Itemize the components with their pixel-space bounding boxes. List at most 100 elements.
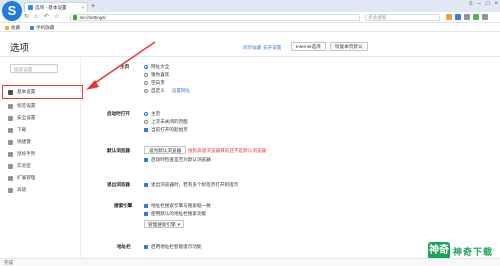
restore-defaults-button[interactable]: 恢复本页默认: [330, 42, 368, 51]
phone-icon: [30, 25, 34, 30]
sidebar-item-label: 鼠标手势: [17, 151, 36, 156]
sidebar-search-input[interactable]: 搜索设置: [10, 64, 58, 73]
option-label: 启动时检查是否为默认浏览器: [151, 157, 211, 162]
sidebar-item-security[interactable]: 安全设置: [8, 113, 68, 123]
radio-icon[interactable]: [144, 81, 148, 85]
homepage-label: 主页: [120, 64, 130, 69]
download-toolbar-icon[interactable]: [464, 14, 470, 20]
multi-open-link[interactable]: 多开设置: [263, 45, 281, 51]
option-label: 猜你喜欢: [151, 72, 170, 77]
address-text[interactable]: se://settings/: [80, 15, 106, 20]
radio-icon[interactable]: [144, 120, 148, 124]
annotation-arrow-icon: [86, 41, 156, 90]
radio-icon[interactable]: [144, 73, 148, 77]
checkbox-icon[interactable]: [144, 212, 148, 216]
keyboard-icon: [8, 139, 13, 145]
user-icon[interactable]: [455, 14, 461, 20]
tab-icon: [8, 103, 13, 109]
download-icon: [8, 127, 13, 133]
more-icon[interactable]: [482, 14, 488, 20]
option-label: 自定义: [151, 88, 165, 93]
startup-option-last[interactable]: 上次未关闭的页面: [144, 119, 188, 125]
option-label: 主页: [151, 111, 161, 116]
option-label: 地址栏搜索引擎与搜索框一致: [151, 203, 211, 208]
set-url-link[interactable]: 设置网址: [172, 88, 190, 94]
minimize-icon[interactable]: –: [478, 1, 481, 7]
settings-tab-icon: [28, 5, 33, 10]
bookmark-label: 收藏: [11, 24, 21, 30]
sidebar-item-label: 标签设置: [17, 103, 36, 108]
radio-icon[interactable]: [144, 112, 148, 116]
option-label: 启用地址栏智能提示功能: [151, 244, 202, 249]
startup-label: 启动时打开: [107, 111, 130, 116]
shield-icon: [8, 115, 13, 121]
homepage-option-recommend[interactable]: 猜你喜欢: [144, 72, 169, 78]
address-bar-label: 地址栏: [117, 244, 131, 249]
bookmarks-bar: [0, 23, 500, 32]
close-browser-check[interactable]: 退出浏览器时，若有多个标签页打开则提示: [144, 182, 238, 188]
close-browser-label: 退出浏览器: [107, 182, 130, 187]
sidebar-item-label: 高级: [17, 187, 27, 192]
sidebar-item-label: 实验室: [17, 163, 31, 168]
checkbox-icon[interactable]: [144, 158, 148, 162]
mouse-icon: [8, 151, 13, 157]
checkbox-icon[interactable]: [144, 204, 148, 208]
bookmark-mobile[interactable]: 手机收藏: [30, 25, 54, 31]
option-label: 当前打开的起始页: [151, 127, 188, 132]
bookmark-favorites[interactable]: 收藏: [5, 25, 20, 31]
status-bar: [0, 258, 500, 266]
gear-icon: [8, 187, 13, 193]
homepage-option-nav[interactable]: 网址大全: [144, 64, 169, 70]
sidebar-item-shortcuts[interactable]: 快捷键: [8, 137, 68, 147]
startup-check[interactable]: 当前打开的起始页: [144, 127, 188, 133]
address-input[interactable]: [70, 14, 360, 21]
close-icon[interactable]: ×: [81, 5, 84, 10]
header-divider: [0, 56, 500, 57]
radio-icon[interactable]: [144, 65, 148, 69]
option-label: 退出浏览器时，若有多个标签页打开则提示: [151, 182, 239, 187]
search-engine-select[interactable]: 管理搜索引擎 ▾: [144, 220, 184, 228]
default-browser-label: 默认浏览器: [107, 148, 130, 153]
app-icon[interactable]: [473, 14, 479, 20]
option-label: 上次未关闭的页面: [151, 119, 188, 124]
extension-icon[interactable]: [446, 14, 452, 20]
browser-logo-icon[interactable]: S: [2, 1, 22, 21]
checkbox-icon[interactable]: [144, 245, 148, 249]
tab-settings[interactable]: 选项 - 基本设置 ×: [24, 2, 88, 12]
star-icon[interactable]: ☆: [54, 14, 59, 21]
address-bar-check[interactable]: 启用地址栏智能提示功能: [144, 244, 202, 250]
radio-icon[interactable]: [144, 89, 148, 93]
maximize-icon[interactable]: □: [486, 1, 490, 7]
search-placeholder: 点此搜索: [368, 14, 387, 20]
close-window-icon[interactable]: ×: [494, 1, 498, 7]
puzzle-icon: [8, 175, 13, 181]
sidebar-item-lab[interactable]: 实验室: [8, 161, 68, 171]
window-controls: ≡ – □ ×: [469, 1, 498, 7]
refresh-icon[interactable]: ↻: [24, 14, 29, 21]
search-engine-check-1[interactable]: 地址栏搜索引擎与搜索框一致: [144, 203, 211, 209]
search-engine-label: 搜索引擎: [114, 203, 133, 208]
sync-link[interactable]: 同步收藏: [243, 45, 261, 51]
new-tab-icon[interactable]: +: [91, 3, 95, 10]
search-engine-check-2[interactable]: 使用默认的地址栏搜索功能: [144, 211, 206, 217]
sidebar-item-label: 快捷键: [17, 139, 31, 144]
sidebar-item-download[interactable]: 下载: [8, 125, 68, 135]
browser-window: S 选项 - 基本设置 × + ≡ – □ × ‹ › ↻ ⌂ ↶ ☆ se:/…: [0, 0, 500, 266]
home-nav-icon[interactable]: ⌂: [34, 14, 38, 21]
chevron-down-icon: ▾: [177, 222, 180, 227]
startup-option-home[interactable]: 主页: [144, 111, 160, 117]
sidebar-item-extensions[interactable]: 扩展管理: [8, 173, 68, 183]
internet-options-button[interactable]: Internet选项: [291, 42, 326, 51]
homepage-option-blank[interactable]: 空白页: [144, 80, 165, 86]
checkbox-icon[interactable]: [144, 128, 148, 132]
undo-icon[interactable]: ↶: [44, 14, 49, 21]
set-default-button[interactable]: 设为默认浏览器: [144, 146, 187, 154]
sidebar-item-advanced[interactable]: 高级: [8, 185, 68, 195]
sidebar-item-tabs[interactable]: 标签设置: [8, 101, 68, 111]
checkbox-icon[interactable]: [144, 183, 148, 187]
homepage-option-custom[interactable]: 自定义 设置网址: [144, 88, 190, 94]
menu-icon[interactable]: ≡: [469, 1, 473, 7]
security-shield-icon: [73, 15, 77, 20]
default-check[interactable]: 启动时检查是否为默认浏览器: [144, 157, 211, 163]
sidebar-item-gestures[interactable]: 鼠标手势: [8, 149, 68, 159]
